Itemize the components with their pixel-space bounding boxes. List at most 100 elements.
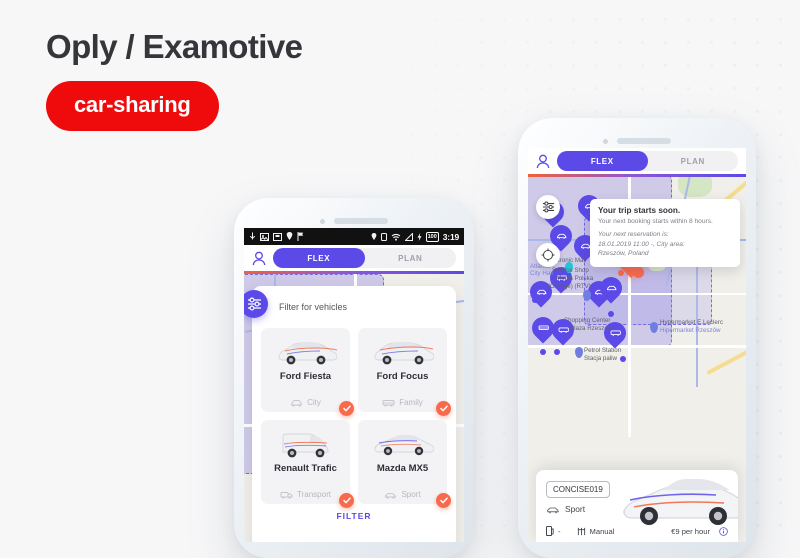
profile-icon[interactable] (252, 251, 266, 266)
map-dot (532, 297, 538, 303)
vehicle-category: Family (382, 398, 423, 407)
map-poi-icon (575, 347, 583, 358)
license-plate: CONCISE019 (546, 481, 610, 498)
map-view[interactable]: Quad-Supermarket Biedronka Electronic Ma… (528, 177, 746, 542)
spec-gearbox-value: Manual (589, 526, 615, 536)
speaker-grille (334, 218, 388, 224)
info-circle-icon[interactable] (719, 526, 728, 536)
speaker-grille (617, 138, 671, 144)
page-title: Oply / Examotive (46, 28, 303, 65)
fuel-icon (546, 526, 554, 536)
camera-dot (603, 138, 608, 144)
spec-gearbox: Manual (577, 526, 615, 536)
map-label: Stacja paliw (584, 355, 618, 362)
tab-flex[interactable]: FLEX (273, 248, 365, 268)
sportscar-icon (547, 506, 559, 513)
selected-check-icon[interactable] (339, 493, 354, 508)
sportscar-icon (385, 492, 397, 499)
map-label: Service Shop (552, 267, 589, 274)
flag-icon (297, 232, 304, 241)
profile-icon[interactable] (536, 154, 550, 169)
vehicle-category: City (290, 398, 321, 407)
mode-segmented-control: FLEX PLAN (273, 248, 456, 268)
battery-level: 100 (425, 231, 439, 242)
phone-left: 100 3:19 FLEX PLAN Filter for vehicles F… (234, 198, 474, 558)
headline-block: Oply / Examotive car-sharing (46, 28, 303, 131)
map-label: Petrol Station (584, 347, 622, 354)
status-time: 3:19 (442, 231, 459, 242)
filter-title: Filter for vehicles (279, 302, 348, 312)
map-label: Shopping Center (564, 317, 611, 324)
truck-icon (280, 491, 293, 499)
reservation-time: 18.01.2019 11:00 -, City area: (598, 240, 685, 248)
spec-price-value: €9 per hour (671, 526, 710, 536)
photo-icon (260, 232, 269, 241)
selected-check-icon[interactable] (339, 401, 354, 416)
gearbox-icon (577, 527, 585, 535)
map-label: Media Polska (556, 275, 594, 282)
sim-icon (380, 232, 387, 241)
spec-price: €9 per hour (671, 527, 728, 536)
location-icon (371, 232, 376, 240)
map-view[interactable]: Filter for vehicles Ford Fiesta City For… (244, 274, 464, 542)
tab-flex[interactable]: FLEX (557, 151, 648, 171)
map-label: Plaza Rzeszów (570, 325, 613, 332)
phone-left-top-bezel (244, 214, 464, 228)
sd-card-icon (273, 232, 282, 241)
tab-plan[interactable]: PLAN (648, 151, 739, 171)
signal-icon (404, 232, 413, 241)
vehicle-card-ford-focus[interactable]: Ford Focus Family (358, 328, 451, 416)
vehicle-name: Mazda MX5 (376, 463, 429, 474)
filter-header: Filter for vehicles (279, 296, 447, 318)
status-bar: 100 3:19 (244, 228, 464, 245)
tab-plan[interactable]: PLAN (365, 248, 457, 268)
map-green-area (678, 177, 712, 197)
map-dot (540, 349, 546, 355)
map-filter-button[interactable] (536, 195, 560, 219)
mode-segmented-control: FLEX PLAN (557, 151, 738, 171)
map-road (528, 345, 746, 348)
phone-right-top-bezel (528, 134, 746, 148)
phone-left-screen: 100 3:19 FLEX PLAN Filter for vehicles F… (244, 228, 464, 542)
map-label: City Hall (530, 270, 554, 277)
charging-icon (417, 232, 422, 241)
filter-sliders-icon[interactable] (244, 290, 268, 318)
vehicle-name: Renault Trafic (274, 463, 337, 474)
vehicle-name: Ford Fiesta (279, 371, 332, 382)
camera-dot (320, 218, 325, 224)
vehicle-category-label: City (307, 398, 321, 407)
vehicle-card-ford-fiesta[interactable]: Ford Fiesta City (261, 328, 354, 416)
map-dot (554, 349, 560, 355)
vehicle-category: Transport (280, 490, 331, 499)
van-icon (382, 399, 395, 407)
map-locate-button[interactable] (536, 243, 560, 267)
top-tab-bar: FLEX PLAN (528, 148, 746, 174)
spec-fuel-value: - (558, 526, 561, 536)
spec-fuel: - (546, 526, 561, 536)
selected-check-icon[interactable] (436, 493, 451, 508)
notification-reservation: Your next reservation is: 18.01.2019 11:… (598, 230, 732, 259)
filter-panel: Filter for vehicles Ford Fiesta City For… (244, 286, 456, 542)
vehicle-category: Sport (384, 490, 421, 499)
vehicle-grid: Ford Fiesta City Ford Focus Family Renau… (261, 328, 451, 508)
vehicle-category-label: Transport (297, 490, 331, 499)
vehicle-name: Ford Focus (376, 371, 429, 382)
car-photo (372, 334, 434, 368)
notification-card[interactable]: Your trip starts soon. Your next booking… (590, 199, 740, 267)
vehicle-category-label: Sport (565, 504, 586, 514)
vehicle-category-label: Family (399, 398, 423, 407)
map-dot (618, 270, 624, 276)
vehicle-category-label: Sport (401, 490, 421, 499)
car-photo (372, 426, 434, 460)
map-label: Hypermarket E.Leclerc (660, 319, 723, 326)
car-photo (277, 426, 335, 460)
reservation-place: Rzeszów, Poland (598, 250, 649, 258)
selected-check-icon[interactable] (436, 401, 451, 416)
notification-subtitle: Your next booking starts within 8 hours. (598, 218, 713, 225)
category-badge: car-sharing (46, 80, 219, 131)
vehicle-detail-card[interactable]: CONCISE019 Sport - Manual €9 per hour (536, 470, 738, 542)
apply-filter-button[interactable]: FILTER (261, 511, 447, 521)
car-icon (291, 399, 303, 407)
vehicle-card-renault-trafic[interactable]: Renault Trafic Transport (261, 420, 354, 508)
vehicle-card-mazda-mx5[interactable]: Mazda MX5 Sport (358, 420, 451, 508)
